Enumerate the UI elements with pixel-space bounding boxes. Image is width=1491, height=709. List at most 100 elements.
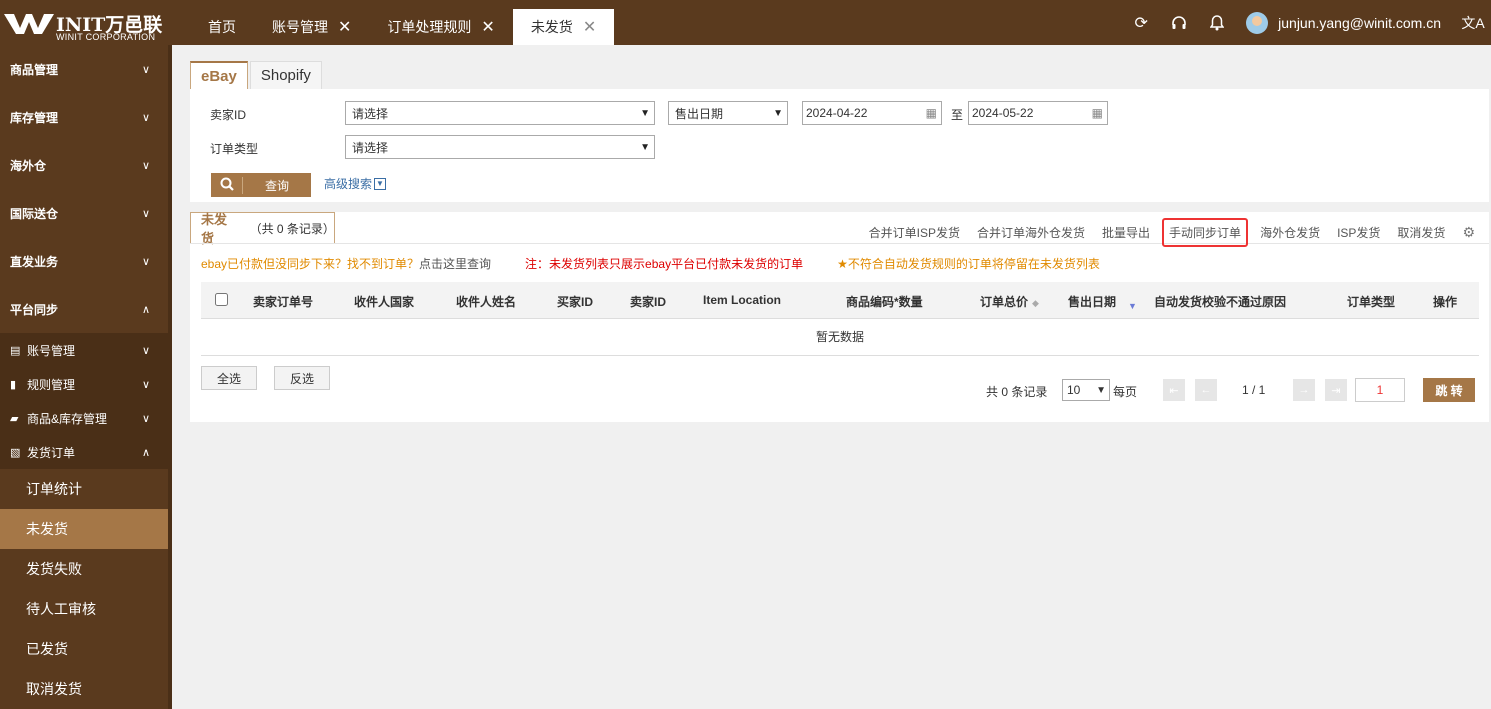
tab-order-rules[interactable]: 订单处理规则 ✕ [369, 9, 512, 45]
invert-select-button[interactable]: 反选 [274, 366, 330, 390]
date-value: 2024-04-22 [806, 106, 868, 120]
seller-id-select[interactable]: 请选择 ▼ [345, 101, 655, 125]
date-type-select[interactable]: 售出日期 ▼ [668, 101, 788, 125]
date-value: 2024-05-22 [972, 106, 1034, 120]
sync-notice: ebay已付款但没同步下来？找不到订单？点击这里查询 [201, 255, 491, 272]
last-page-icon[interactable]: ⇥ [1325, 379, 1347, 401]
bag-icon: ▰ [10, 412, 19, 425]
rule-notice: ★不符合自动发货规则的订单将停留在未发货列表 [837, 255, 1100, 272]
prev-page-icon[interactable]: ← [1195, 379, 1217, 401]
sidebar-scrollbar[interactable] [168, 45, 172, 709]
sidebar-item-platform-sync[interactable]: 平台同步 ∧ [0, 285, 172, 333]
sidebar-sub-product-stock[interactable]: ▰ 商品&库存管理 ∨ [0, 401, 172, 435]
close-icon[interactable]: ✕ [338, 17, 351, 37]
expand-down-icon: ▼ [374, 177, 387, 190]
chevron-down-icon: ∨ [141, 111, 150, 124]
date-to-input[interactable]: 2024-05-22 ▦ [968, 101, 1108, 125]
calendar-icon[interactable]: ▦ [1092, 106, 1103, 120]
select-value: 请选择 [352, 106, 389, 121]
sort-icon[interactable]: ◆ [1032, 298, 1039, 308]
calendar-icon[interactable]: ▦ [926, 106, 937, 120]
logo: INIT万邑联 WINIT CORPORATION [0, 0, 172, 45]
platform-tabs: eBay Shopify [190, 61, 1489, 89]
col-recipient-name: 收件人姓名 [456, 295, 517, 309]
order-type-select[interactable]: 请选择 ▼ [345, 135, 655, 159]
col-label: 订单总价 [980, 295, 1029, 309]
sidebar-leaf-cancel[interactable]: 取消发货 [0, 669, 172, 709]
first-page-icon[interactable]: ⇤ [1163, 379, 1185, 401]
close-icon[interactable]: ✕ [583, 17, 596, 37]
col-recipient-country: 收件人国家 [354, 295, 415, 309]
files-icon: ▧ [10, 446, 21, 459]
jump-button[interactable]: 跳 转 [1423, 378, 1475, 402]
chevron-down-icon: ∨ [141, 412, 150, 425]
close-icon[interactable]: ✕ [481, 17, 494, 37]
tab-ebay[interactable]: eBay [190, 61, 248, 89]
tab-label: eBay [201, 67, 237, 85]
sidebar-item-inventory[interactable]: 库存管理 ∨ [0, 93, 172, 141]
folder-icon: ▤ [10, 344, 21, 357]
chevron-down-icon: ∨ [141, 63, 150, 76]
order-list-panel: 未发货 （共 0 条记录） 合并订单ISP发货 合并订单海外仓发货 批量导出 手… [190, 212, 1489, 422]
tab-label: 首页 [208, 19, 236, 35]
chevron-down-icon: ∨ [141, 378, 150, 391]
bell-icon[interactable] [1198, 0, 1236, 45]
gear-icon[interactable]: ⚙ [1462, 224, 1475, 241]
sidebar-leaf-unshipped[interactable]: 未发货 [0, 509, 172, 549]
sidebar-leaf-manual-review[interactable]: 待人工审核 [0, 589, 172, 629]
select-all-button[interactable]: 全选 [201, 366, 257, 390]
overseas-ship-button[interactable]: 海外仓发货 [1260, 224, 1320, 241]
refresh-icon[interactable]: ⟳ [1122, 0, 1160, 45]
tab-label: 订单处理规则 [387, 19, 472, 35]
user-menu[interactable]: junjun.yang@winit.com.cn [1246, 11, 1441, 34]
page-size-select[interactable]: 10 ▼ [1062, 379, 1110, 401]
sort-desc-icon[interactable]: ▼ [1128, 301, 1137, 311]
sidebar-item-label: 取消发货 [26, 681, 82, 697]
sidebar-sub-rules[interactable]: ▮ 规则管理 ∨ [0, 367, 172, 401]
chevron-down-icon: ∨ [141, 159, 150, 172]
cancel-ship-button[interactable]: 取消发货 [1397, 224, 1445, 241]
page-indicator: 1 / 1 [1242, 383, 1266, 397]
select-all-checkbox[interactable] [215, 293, 228, 306]
sidebar-item-label: 待人工审核 [26, 601, 96, 617]
tab-unshipped-list[interactable]: 未发货 （共 0 条记录） [190, 212, 335, 246]
headset-icon[interactable] [1160, 0, 1198, 45]
col-order-total[interactable]: 订单总价 ◆ [980, 293, 1039, 310]
sidebar-sub-account[interactable]: ▤ 账号管理 ∨ [0, 333, 172, 367]
sidebar-submenu: ▤ 账号管理 ∨ ▮ 规则管理 ∨ ▰ 商品&库存管理 ∨ ▧ 发货订单 ∧ [0, 333, 172, 469]
batch-export-button[interactable]: 批量导出 [1102, 224, 1150, 241]
sidebar-leaf-order-stats[interactable]: 订单统计 [0, 469, 172, 509]
col-seller-id: 卖家ID [630, 295, 667, 309]
query-button-label: 查询 [264, 178, 289, 193]
query-button[interactable]: 查询 [211, 173, 311, 197]
sidebar-item-intl[interactable]: 国际送仓 ∨ [0, 189, 172, 237]
per-page-label: 每页 [1113, 385, 1138, 399]
sidebar-leaf-shipped[interactable]: 已发货 [0, 629, 172, 669]
next-page-icon[interactable]: → [1293, 379, 1315, 401]
merge-overseas-ship-button[interactable]: 合并订单海外仓发货 [977, 224, 1085, 241]
sync-notice-text: ebay已付款但没同步下来？找不到订单？ [201, 257, 420, 271]
sidebar-item-product[interactable]: 商品管理 ∨ [0, 45, 172, 93]
merge-isp-ship-button[interactable]: 合并订单ISP发货 [869, 224, 960, 241]
sidebar-item-overseas[interactable]: 海外仓 ∨ [0, 141, 172, 189]
query-here-link[interactable]: 点击这里查询 [419, 257, 491, 271]
col-sold-date[interactable]: 售出日期 ▼ [1068, 293, 1137, 311]
page-number-input[interactable]: 1 [1355, 378, 1405, 402]
date-from-input[interactable]: 2024-04-22 ▦ [802, 101, 942, 125]
sidebar-item-direct[interactable]: 直发业务 ∨ [0, 237, 172, 285]
isp-ship-button[interactable]: ISP发货 [1337, 224, 1380, 241]
tab-home[interactable]: 首页 [190, 9, 254, 45]
select-value: 售出日期 [675, 106, 724, 121]
record-count: （共 0 条记录） [249, 221, 335, 236]
tab-unshipped[interactable]: 未发货 ✕ [512, 9, 615, 45]
tab-shopify[interactable]: Shopify [249, 61, 322, 89]
sidebar-item-label: 平台同步 [10, 302, 59, 317]
manual-sync-orders-button[interactable]: 手动同步订单 [1162, 218, 1249, 247]
sidebar-leaf-ship-failed[interactable]: 发货失败 [0, 549, 172, 589]
chevron-down-icon: ▼ [640, 141, 650, 153]
tab-account[interactable]: 账号管理 ✕ [254, 9, 369, 45]
rule-notice-text: 不符合自动发货规则的订单将停留在未发货列表 [847, 257, 1100, 271]
sidebar-sub-ship-orders[interactable]: ▧ 发货订单 ∧ [0, 435, 172, 469]
advanced-search-link[interactable]: 高级搜索 ▼ [324, 175, 387, 192]
translate-icon[interactable]: 文A [1455, 13, 1491, 33]
